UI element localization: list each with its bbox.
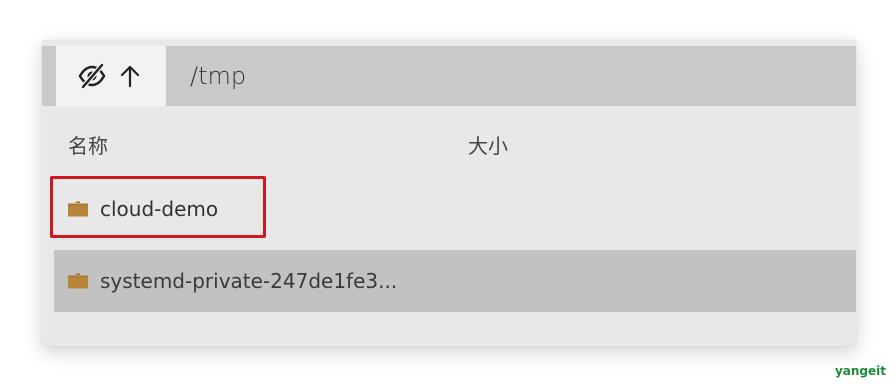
parent-directory-button[interactable] [112,58,148,94]
file-name: cloud-demo [100,197,219,221]
file-browser-panel: /tmp 名称 大小 cloud-demo systemd-private-24… [42,40,856,346]
column-header-size[interactable]: 大小 [468,130,508,159]
watermark: yangeit [834,364,886,378]
arrow-up-icon [120,65,140,88]
column-header-name[interactable]: 名称 [68,130,108,159]
toolbar-button-group [56,46,166,106]
folder-icon [68,273,88,289]
toggle-hidden-files-button[interactable] [74,58,110,94]
path-input[interactable]: /tmp [190,46,856,106]
column-headers: 名称 大小 [42,128,856,164]
eye-slash-icon [78,63,106,89]
toolbar: /tmp [42,46,856,106]
file-row[interactable]: cloud-demo [54,178,856,240]
file-name: systemd-private-247de1fe3... [100,269,398,293]
folder-icon [68,201,88,217]
file-row[interactable]: systemd-private-247de1fe3... [54,250,856,312]
